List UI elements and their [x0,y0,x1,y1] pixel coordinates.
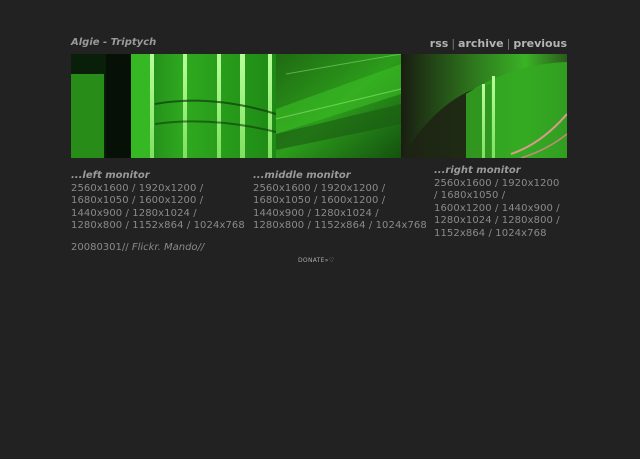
resolution-link[interactable]: 1152x864 [132,220,183,231]
post-footer: 20080301// Flickr. Mando// [71,242,204,253]
page-title: Algie - Triptych [71,37,157,48]
resolution-link[interactable]: 1280x800 [71,220,122,231]
resolution-link[interactable]: 1280x800 [502,215,553,226]
triptych-banner-image[interactable] [71,54,567,158]
left-monitor-heading: ...left monitor [71,170,150,181]
nav-separator: | [451,37,456,50]
right-monitor-section: ...right monitor 2560x1600 / 1920x1200 /… [434,165,574,240]
resolution-link[interactable]: 1280x1024 [434,215,492,226]
middle-monitor-section: ...middle monitor 2560x1600 / 1920x1200 … [253,170,433,233]
middle-monitor-heading: ...middle monitor [253,170,351,181]
resolution-link[interactable]: 2560x1600 [71,183,129,194]
resolution-link[interactable]: 1440x900 [71,208,122,219]
resolution-link[interactable]: 2560x1600 [434,178,492,189]
donate-button[interactable]: DONATE»♡ [298,257,334,264]
resolution-link[interactable]: 1680x1050 [71,195,129,206]
nav-separator: | [506,37,511,50]
resolution-link[interactable]: 1680x1050 [441,190,499,201]
resolution-link[interactable]: 1440x900 [502,203,553,214]
resolution-link[interactable]: 1680x1050 [253,195,311,206]
triptych-artwork [71,54,567,158]
top-nav: rss | archive | previous [430,37,567,50]
nav-archive-link[interactable]: archive [458,37,504,50]
resolution-link[interactable]: 1920x1200 [502,178,560,189]
resolution-link[interactable]: 1024x768 [376,220,427,231]
resolution-link[interactable]: 1024x768 [194,220,245,231]
resolution-link[interactable]: 1280x1024 [314,208,372,219]
resolution-link[interactable]: 1920x1200 [321,183,379,194]
resolution-link[interactable]: 1600x1200 [434,203,492,214]
resolution-link[interactable]: 1152x864 [314,220,365,231]
nav-rss-link[interactable]: rss [430,37,449,50]
resolution-link[interactable]: 1280x800 [253,220,304,231]
left-monitor-section: ...left monitor 2560x1600 / 1920x1200 / … [71,170,251,233]
resolution-link[interactable]: 1920x1200 [139,183,197,194]
resolution-link[interactable]: 1152x864 [434,228,485,239]
resolution-link[interactable]: 1280x1024 [132,208,190,219]
nav-previous-link[interactable]: previous [513,37,567,50]
resolution-link[interactable]: 1600x1200 [321,195,379,206]
right-monitor-heading: ...right monitor [434,165,521,176]
resolution-link[interactable]: 2560x1600 [253,183,311,194]
photo-credit-link[interactable]: Flickr. Mando// [132,242,204,253]
post-date: 20080301// [71,242,129,253]
resolution-link[interactable]: 1440x900 [253,208,304,219]
resolution-link[interactable]: 1024x768 [495,228,546,239]
resolution-link[interactable]: 1600x1200 [139,195,197,206]
